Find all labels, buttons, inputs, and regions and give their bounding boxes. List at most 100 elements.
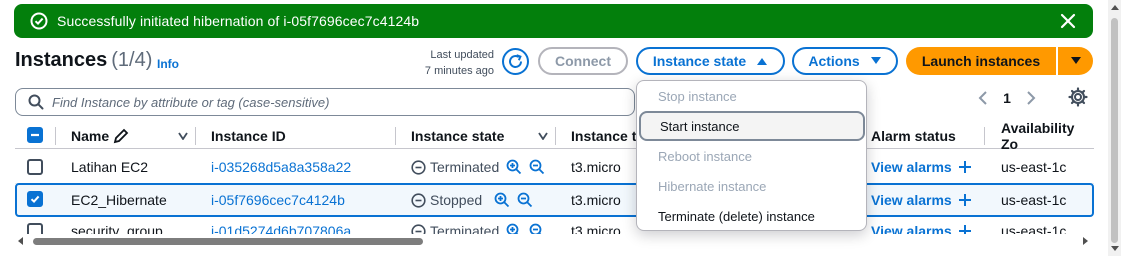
column-az-label: Availability Zo (1001, 120, 1075, 152)
table-row[interactable]: Latihan EC2 i-035268d5a8a358a22 Terminat… (15, 152, 1094, 184)
ec2-instances-page: Successfully initiated hibernation of i-… (0, 0, 1121, 256)
refresh-button[interactable] (502, 48, 529, 75)
column-header-alarm-status[interactable]: Alarm status (871, 127, 956, 145)
last-updated-label: Last updated (430, 49, 494, 61)
column-header-name[interactable]: Name (71, 127, 129, 145)
launch-instances-button[interactable]: Launch instances (906, 47, 1056, 75)
instance-type: t3.micro (571, 192, 621, 208)
zoom-in-icon[interactable] (494, 192, 510, 208)
selection-count: (1/4) (111, 49, 153, 71)
terminated-state-icon (411, 159, 426, 175)
caret-down-icon (1070, 57, 1081, 64)
view-alarms-link[interactable]: View alarms (871, 159, 952, 175)
search-bar[interactable] (15, 88, 635, 116)
search-icon (28, 94, 44, 110)
chevron-right-icon (1027, 91, 1036, 105)
column-id-label: Instance ID (211, 128, 286, 144)
vertical-scrollbar[interactable] (1108, 0, 1121, 256)
instance-id-link[interactable]: i-035268d5a8a358a22 (211, 152, 351, 182)
pagination: 1 (974, 86, 1040, 110)
instance-name: EC2_Hibernate (71, 192, 167, 208)
close-icon (1060, 13, 1076, 29)
horizontal-scroll-thumb[interactable] (33, 238, 423, 245)
stopped-state-icon (411, 192, 426, 208)
launch-options-button[interactable] (1058, 47, 1093, 75)
scroll-up-arrow-icon[interactable] (1111, 4, 1119, 12)
add-alarm-plus-icon[interactable] (958, 224, 972, 234)
success-check-icon (30, 12, 48, 30)
zoom-in-icon[interactable] (506, 223, 522, 234)
availability-zone: us-east-1c (1001, 192, 1067, 208)
connect-button[interactable]: Connect (538, 47, 628, 75)
zoom-in-icon[interactable] (506, 159, 522, 175)
column-header-instance-state[interactable]: Instance state (411, 127, 504, 145)
column-separator (195, 127, 196, 145)
column-type-label: Instance t (571, 128, 637, 144)
view-alarms-link[interactable]: View alarms (871, 192, 952, 208)
add-alarm-plus-icon[interactable] (958, 160, 972, 174)
scroll-left-arrow-icon[interactable] (17, 237, 25, 245)
current-page[interactable]: 1 (992, 90, 1022, 106)
instance-id-link[interactable]: i-01d5274d6b707806a (211, 218, 351, 234)
add-alarm-plus-icon[interactable] (958, 193, 972, 207)
instance-type: t3.micro (571, 159, 621, 175)
info-link[interactable]: Info (157, 57, 179, 71)
instance-state-cell: Terminated (411, 152, 545, 182)
alarm-status-cell: View alarms (871, 185, 972, 215)
next-page-button[interactable] (1022, 89, 1040, 107)
instance-state-menu: Stop instance Start instance Reboot inst… (636, 80, 867, 231)
scroll-right-arrow-icon[interactable] (1081, 237, 1089, 245)
check-icon (30, 195, 40, 204)
instance-state-label: Instance state (652, 53, 747, 69)
instance-state-button[interactable]: Instance state (636, 47, 785, 75)
instance-type: t3.micro (571, 223, 621, 234)
column-header-instance-type[interactable]: Instance t (571, 127, 636, 145)
horizontal-scrollbar[interactable] (15, 234, 1094, 248)
zoom-out-icon[interactable] (517, 192, 533, 208)
menu-item-terminate-instance[interactable]: Terminate (delete) instance (637, 201, 866, 231)
sort-caret-icon[interactable] (538, 132, 548, 140)
row-checkbox[interactable] (27, 159, 43, 175)
zoom-out-icon[interactable] (529, 159, 545, 175)
row-checkbox[interactable] (27, 223, 43, 234)
settings-gear-icon[interactable] (1068, 87, 1088, 107)
chevron-left-icon (978, 91, 987, 105)
dismiss-flash-button[interactable] (1057, 10, 1079, 32)
actions-button[interactable]: Actions (792, 47, 898, 75)
instance-state-text: Terminated (430, 223, 500, 234)
column-header-instance-id[interactable]: Instance ID (211, 127, 286, 145)
row-checkbox[interactable] (27, 191, 43, 207)
instance-state-cell: Stopped (411, 185, 533, 215)
title-text: Instances (15, 49, 108, 71)
flash-message: Successfully initiated hibernation of i-… (57, 13, 420, 29)
scroll-down-arrow-icon[interactable] (1111, 244, 1119, 252)
zoom-out-icon[interactable] (529, 223, 545, 234)
table-row-selected[interactable]: EC2_Hibernate i-05f7696cec7c4124b Stoppe… (15, 183, 1094, 217)
search-input[interactable] (52, 94, 634, 110)
table-header: Name Instance ID Instance state Instance… (15, 120, 1094, 152)
previous-page-button[interactable] (974, 89, 992, 107)
column-header-availability-zone[interactable]: Availability Zo (1001, 120, 1094, 152)
column-separator (984, 127, 985, 145)
page-title: Instances (1/4) (15, 49, 152, 72)
launch-instances-group: Launch instances (906, 47, 1093, 75)
refresh-icon (509, 54, 522, 68)
column-name-label: Name (71, 128, 110, 144)
instance-state-text: Terminated (430, 159, 500, 175)
column-state-label: Instance state (411, 128, 505, 144)
success-flashbar: Successfully initiated hibernation of i-… (14, 4, 1093, 38)
menu-item-stop-instance: Stop instance (658, 88, 737, 104)
terminated-state-icon (411, 223, 426, 234)
view-alarms-link[interactable]: View alarms (871, 223, 952, 234)
vertical-scroll-thumb[interactable] (1111, 18, 1118, 243)
caret-up-icon (757, 58, 768, 65)
column-separator (55, 127, 56, 145)
menu-item-start-instance[interactable]: Start instance (639, 111, 865, 141)
select-all-checkbox[interactable] (27, 127, 43, 143)
instance-id-link[interactable]: i-05f7696cec7c4124b (211, 185, 345, 215)
table-row[interactable]: security_group i-01d5274d6b707806a Termi… (15, 218, 1094, 234)
column-separator (395, 127, 396, 145)
sort-caret-icon[interactable] (178, 132, 188, 140)
menu-item-reboot-instance: Reboot instance (658, 148, 752, 164)
availability-zone: us-east-1c (1001, 223, 1067, 234)
